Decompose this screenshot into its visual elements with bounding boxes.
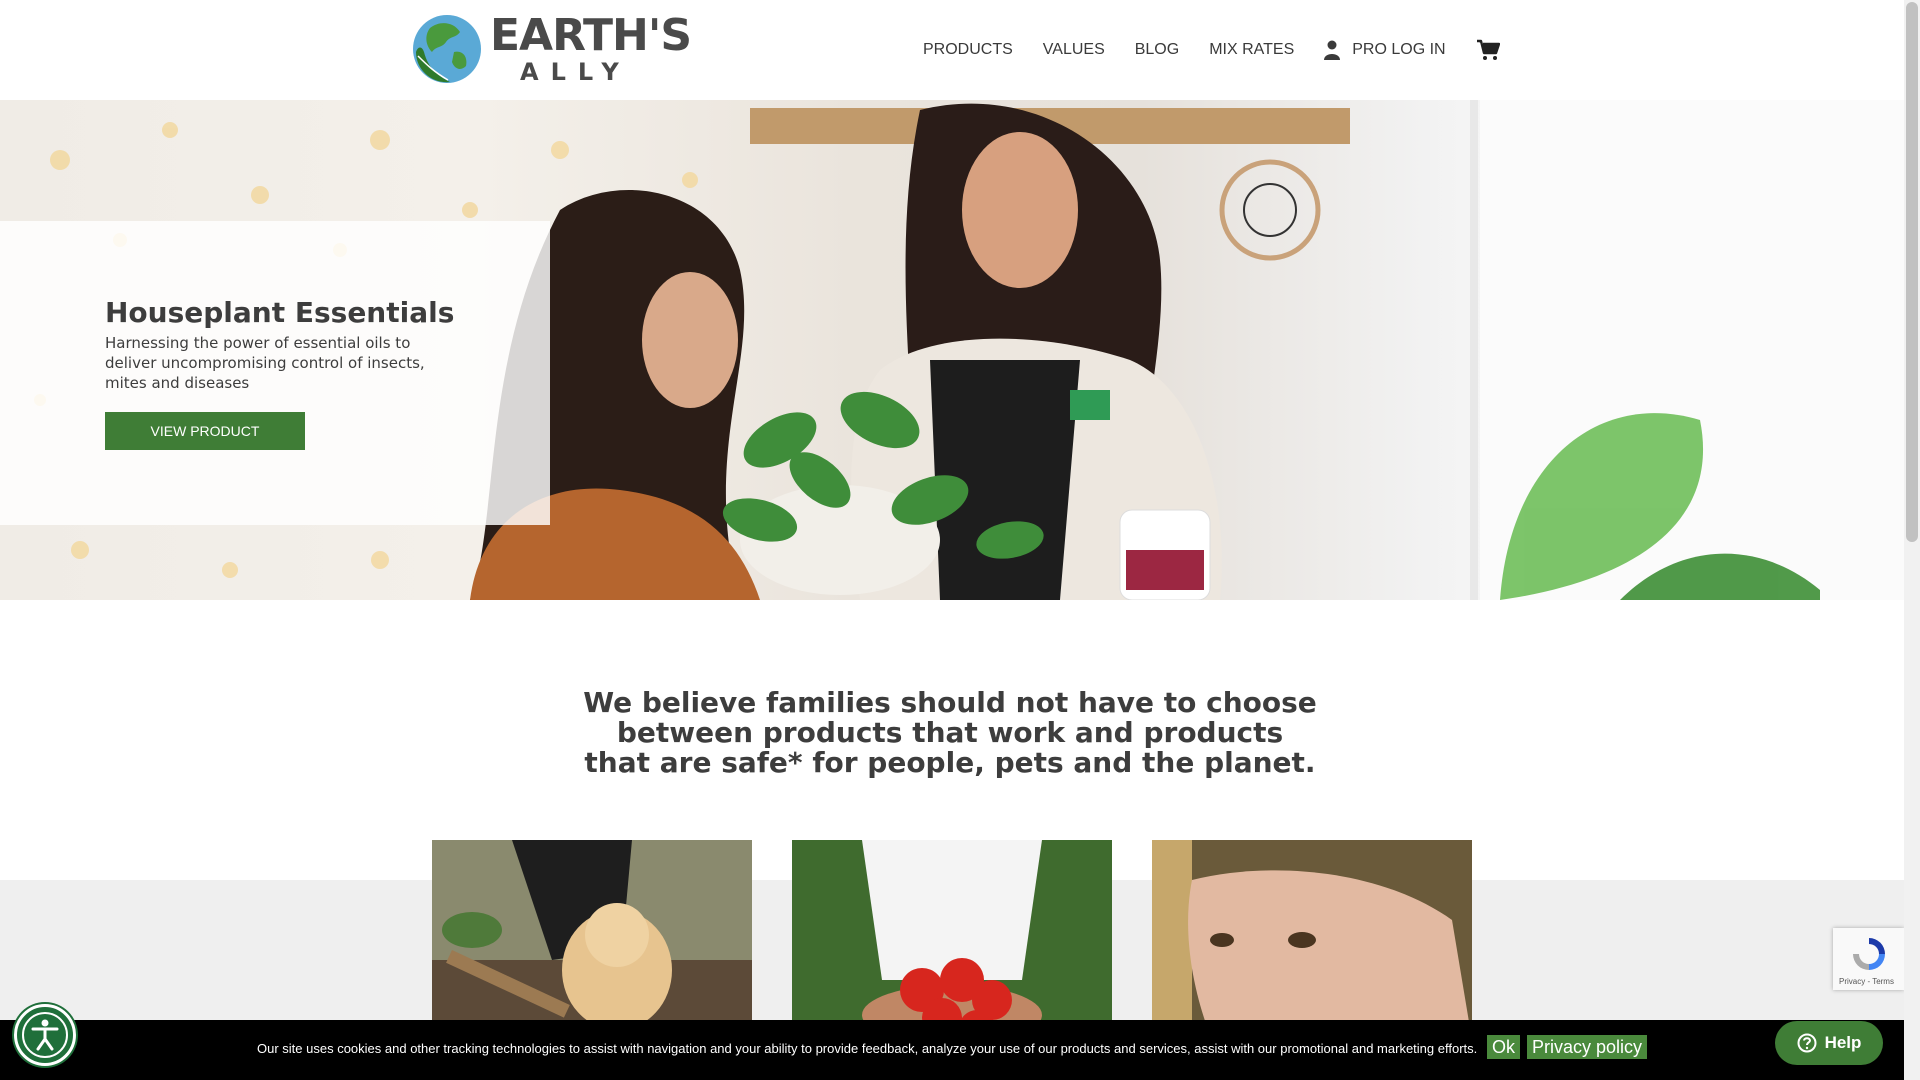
recaptcha-terms: Privacy - Terms [1839, 977, 1894, 986]
shopping-cart-icon[interactable] [1476, 38, 1500, 62]
scrollbar-thumb[interactable] [1906, 2, 1918, 542]
pro-login-label: PRO LOG IN [1352, 41, 1446, 58]
accessibility-icon [22, 1012, 68, 1058]
mission-statement: We believe families should not have to c… [583, 686, 1317, 779]
hero-banner: Houseplant Essentials Harnessing the pow… [0, 100, 1904, 600]
globe-leaf-icon [413, 15, 481, 83]
nav-blog[interactable]: BLOG [1135, 41, 1179, 59]
card-dog-gardening[interactable] [432, 840, 752, 1040]
brand-name-top: EARTH'S [490, 10, 692, 61]
recaptcha-badge[interactable]: Privacy - Terms [1833, 928, 1904, 990]
site-header: EARTH'S ALLY PRODUCTS VALUES BLOG MIX RA… [0, 0, 1904, 100]
pro-login-link[interactable]: PRO LOG IN [1324, 40, 1446, 60]
accessibility-button[interactable] [14, 1004, 76, 1066]
cookie-ok-button[interactable]: Ok [1487, 1035, 1521, 1059]
nav-values[interactable]: VALUES [1043, 41, 1105, 59]
bees-on-hand-photo [1152, 840, 1472, 1040]
brand-logo[interactable]: EARTH'S ALLY [410, 10, 692, 86]
woman-with-dog-gardening-photo [432, 840, 752, 1040]
privacy-policy-link[interactable]: Privacy policy [1527, 1035, 1648, 1059]
card-bees[interactable] [1152, 840, 1472, 1040]
hands-holding-tomatoes-photo [792, 840, 1112, 1040]
view-product-button[interactable]: VIEW PRODUCT [105, 412, 305, 450]
main-nav: PRODUCTS VALUES BLOG MIX RATES PRO LOG I… [923, 38, 1500, 62]
page: EARTH'S ALLY PRODUCTS VALUES BLOG MIX RA… [0, 0, 1920, 1080]
brand-name-bottom: ALLY [520, 58, 631, 86]
user-icon [1324, 40, 1341, 60]
card-tomatoes[interactable] [792, 840, 1112, 1040]
hero-title: Houseplant Essentials [105, 296, 455, 329]
hero-description: Harnessing the power of essential oils t… [105, 334, 425, 392]
nav-mix-rates[interactable]: MIX RATES [1209, 41, 1294, 59]
help-label: Help [1824, 1033, 1862, 1052]
cookie-message: Our site uses cookies and other tracking… [257, 1041, 1478, 1056]
question-circle-icon [1797, 1033, 1817, 1053]
recaptcha-icon [1853, 938, 1885, 970]
page-scrollbar[interactable] [1904, 0, 1920, 1080]
nav-products[interactable]: PRODUCTS [923, 41, 1013, 59]
help-button[interactable]: Help [1775, 1021, 1883, 1065]
